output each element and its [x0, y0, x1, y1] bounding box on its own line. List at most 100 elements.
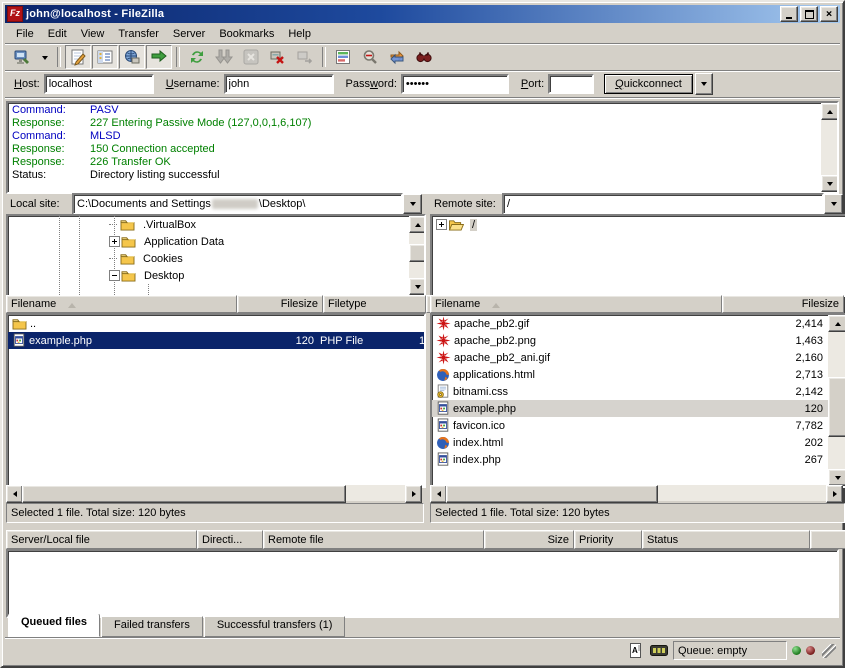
file-row--[interactable]: ..: [8, 315, 424, 332]
scroll-left-button[interactable]: [6, 485, 23, 503]
local-hscrollbar[interactable]: [6, 485, 422, 501]
tree-item--virtualbox[interactable]: .VirtualBox: [8, 216, 424, 233]
remote-site-combo[interactable]: /: [502, 193, 824, 215]
refresh-button[interactable]: [184, 45, 210, 69]
tree-item-desktop[interactable]: Desktop: [8, 267, 424, 284]
menu-item-transfer[interactable]: Transfer: [111, 26, 166, 42]
maximize-button[interactable]: [800, 6, 818, 22]
resize-grip[interactable]: [822, 644, 836, 658]
file-row-example-php[interactable]: example.php120PHP File1: [8, 332, 424, 349]
column-header-priority[interactable]: Priority: [574, 530, 642, 549]
synchronized-browsing-button[interactable]: [384, 45, 410, 69]
toggle-message-log-button[interactable]: [65, 45, 91, 69]
column-header-remote-file[interactable]: Remote file: [263, 530, 484, 549]
tab-queued-files[interactable]: Queued files: [8, 613, 100, 637]
tree-item-cookies[interactable]: Cookies: [8, 250, 424, 267]
expand-icon[interactable]: [109, 236, 120, 247]
remote-list-scrollbar[interactable]: [828, 315, 845, 486]
scroll-down-button[interactable]: [821, 175, 839, 192]
local-file-list[interactable]: ..example.php120PHP File1: [6, 313, 426, 488]
column-header-server-local-file[interactable]: Server/Local file: [6, 530, 197, 549]
cancel-operation-button[interactable]: [238, 45, 264, 69]
menu-item-bookmarks[interactable]: Bookmarks: [212, 26, 281, 42]
scroll-right-button[interactable]: [405, 485, 422, 503]
transfer-queue-list[interactable]: [6, 549, 839, 618]
file-row-apache-pb2-ani-gif[interactable]: apache_pb2_ani.gif2,160: [432, 349, 845, 366]
tree-item-application-data[interactable]: Application Data: [8, 233, 424, 250]
remote-file-list[interactable]: apache_pb2.gif2,414apache_pb2.png1,463ap…: [430, 313, 845, 488]
password-input[interactable]: [401, 74, 509, 94]
menu-item-file[interactable]: File: [9, 26, 41, 42]
scroll-up-button[interactable]: [409, 216, 426, 233]
scroll-thumb[interactable]: [446, 485, 658, 503]
toggle-transfer-queue-button[interactable]: [146, 45, 172, 69]
tab-successful-transfers-1-[interactable]: Successful transfers (1): [204, 616, 346, 637]
menu-item-view[interactable]: View: [74, 26, 112, 42]
tree-item--[interactable]: /: [432, 216, 845, 233]
scroll-left-button[interactable]: [430, 485, 447, 503]
column-header-filesize[interactable]: Filesize: [722, 295, 844, 313]
remote-directory-tree[interactable]: /: [430, 214, 845, 297]
toggle-remote-tree-button[interactable]: [119, 45, 145, 69]
message-log[interactable]: Command:PASVResponse:227 Entering Passiv…: [6, 101, 839, 194]
local-site-dropdown[interactable]: [403, 194, 422, 214]
file-row-example-php[interactable]: example.php120: [432, 400, 845, 417]
file-row-apache-pb2-gif[interactable]: apache_pb2.gif2,414: [432, 315, 845, 332]
scroll-down-button[interactable]: [828, 469, 845, 486]
menu-item-edit[interactable]: Edit: [41, 26, 74, 42]
column-header-size[interactable]: Size: [484, 530, 574, 549]
column-header-filesize[interactable]: Filesize: [237, 295, 323, 313]
file-row-apache-pb2-png[interactable]: apache_pb2.png1,463: [432, 332, 845, 349]
column-header-status[interactable]: Status: [642, 530, 810, 549]
local-tree-scrollbar[interactable]: [409, 216, 424, 295]
column-header-filename[interactable]: Filename: [6, 295, 237, 313]
scroll-thumb[interactable]: [409, 244, 426, 262]
column-header-empty[interactable]: [810, 530, 845, 549]
file-row-index-php[interactable]: index.php267: [432, 451, 845, 468]
reconnect-button[interactable]: [292, 45, 318, 69]
speed-limit-icon[interactable]: [650, 643, 668, 659]
username-input[interactable]: [224, 74, 334, 94]
scroll-down-button[interactable]: [409, 278, 426, 295]
find-files-button[interactable]: [411, 45, 437, 69]
local-directory-tree[interactable]: .VirtualBoxApplication DataCookiesDeskto…: [6, 214, 426, 297]
filter-button[interactable]: [330, 45, 356, 69]
quickconnect-dropdown[interactable]: [695, 73, 713, 95]
column-header-filetype[interactable]: Filetype: [323, 295, 426, 313]
scroll-up-button[interactable]: [828, 315, 845, 332]
tab-failed-transfers[interactable]: Failed transfers: [101, 616, 203, 637]
scroll-thumb[interactable]: [828, 377, 845, 437]
process-queue-button[interactable]: [211, 45, 237, 69]
close-button[interactable]: ×: [820, 6, 838, 22]
site-manager-button[interactable]: [9, 45, 35, 69]
phpdoc-file-icon: [436, 452, 450, 467]
remote-site-dropdown[interactable]: [824, 194, 843, 214]
column-header-filename[interactable]: Filename: [430, 295, 722, 313]
ascii-type-icon[interactable]: A: [627, 643, 645, 659]
scroll-thumb[interactable]: [22, 485, 346, 503]
port-input[interactable]: [548, 74, 594, 94]
scroll-right-button[interactable]: [826, 485, 843, 503]
quickconnect-button[interactable]: Quickconnect: [604, 74, 693, 94]
file-row-bitnami-css[interactable]: bitnami.css2,142: [432, 383, 845, 400]
file-row-favicon-ico[interactable]: favicon.ico7,782: [432, 417, 845, 434]
site-manager-dropdown[interactable]: [36, 45, 53, 69]
scroll-up-button[interactable]: [821, 103, 839, 120]
title-bar[interactable]: Fz john@localhost - FileZilla ×: [5, 5, 840, 23]
minimize-button[interactable]: [780, 6, 798, 22]
directory-comparison-button[interactable]: [357, 45, 383, 69]
chevron-down-icon: [701, 82, 707, 89]
log-scrollbar[interactable]: [821, 103, 837, 192]
file-row-applications-html[interactable]: applications.html2,713: [432, 366, 845, 383]
local-site-combo[interactable]: C:\Documents and Settings\Desktop\: [72, 193, 403, 215]
expand-icon[interactable]: [436, 219, 447, 230]
remote-hscrollbar[interactable]: [430, 485, 843, 501]
menu-item-help[interactable]: Help: [281, 26, 318, 42]
file-row-index-html[interactable]: index.html202: [432, 434, 845, 451]
disconnect-button[interactable]: [265, 45, 291, 69]
collapse-icon[interactable]: [109, 270, 120, 281]
host-input[interactable]: [44, 74, 154, 94]
toggle-local-tree-button[interactable]: [92, 45, 118, 69]
column-header-directi-[interactable]: Directi...: [197, 530, 263, 549]
menu-item-server[interactable]: Server: [166, 26, 212, 42]
